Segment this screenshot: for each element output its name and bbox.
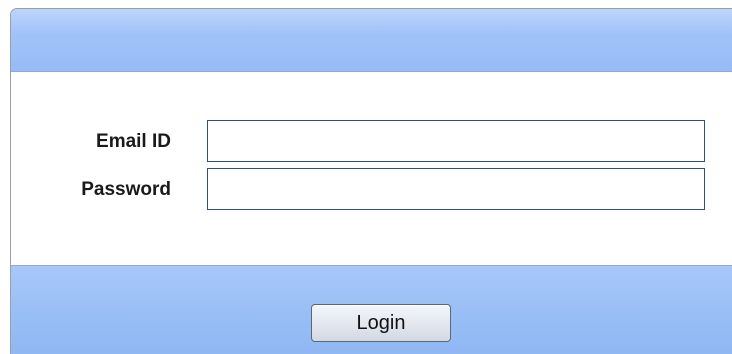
panel-header [11, 9, 732, 72]
password-label: Password [81, 179, 171, 200]
email-input[interactable] [207, 120, 705, 162]
password-input[interactable] [207, 168, 705, 210]
email-label: Email ID [96, 131, 171, 152]
login-form: Email ID Password [11, 72, 732, 265]
login-panel: Email ID Password Login [10, 8, 732, 354]
login-button[interactable]: Login [311, 304, 451, 342]
panel-footer: Login [11, 265, 732, 354]
